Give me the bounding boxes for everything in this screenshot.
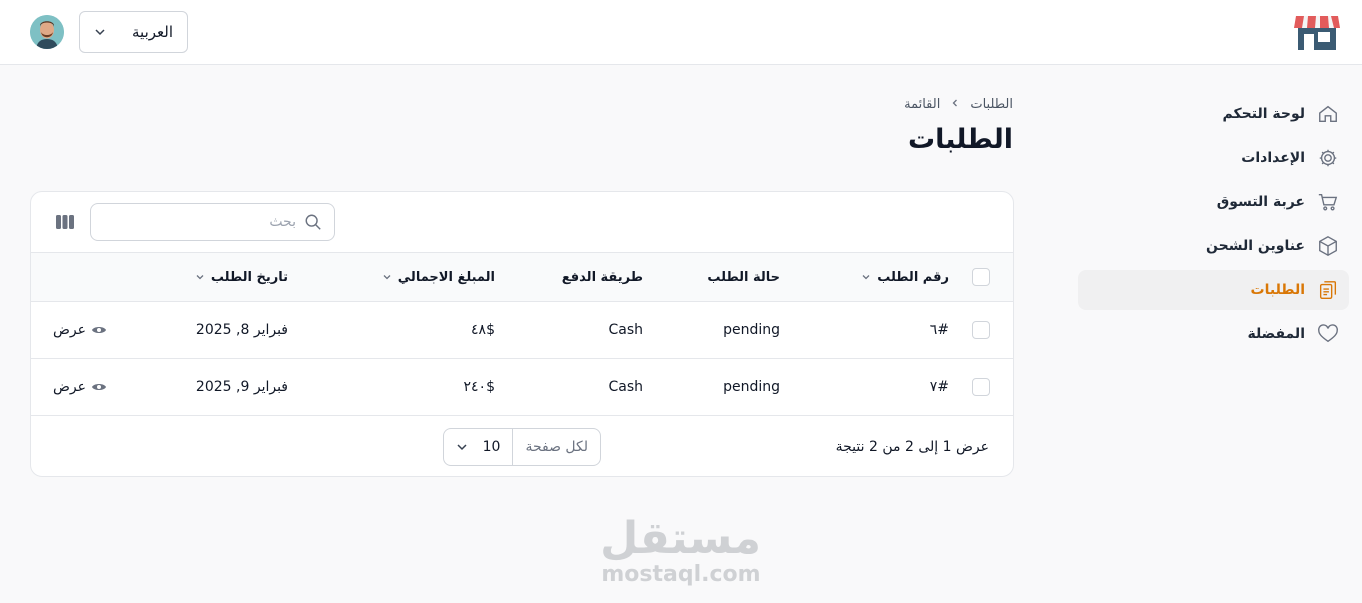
order-total: $٤٨ [471,322,495,338]
cart-icon [1317,191,1339,213]
column-label: رقم الطلب [877,269,949,285]
order-number: #٦ [929,322,949,338]
order-total: $٢٤٠ [463,379,495,395]
order-date: فبراير 8, 2025 [195,322,288,338]
avatar[interactable] [30,15,64,49]
watermark-latin: mostaql.com [601,562,761,587]
watermark: مستقل mostaql.com [600,513,761,587]
search-icon [305,214,321,230]
chevron-down-icon [383,275,391,280]
table-row: #٦ pending Cash $٤٨ فبراير 8, 2025 عرض [31,302,1013,359]
language-select[interactable]: العربية [79,11,188,53]
column-label: تاريخ الطلب [210,269,288,285]
store-logo-icon[interactable] [1294,12,1340,52]
sidebar-item-settings[interactable]: الإعدادات [1078,138,1349,178]
breadcrumb-root[interactable]: الطلبات [970,97,1013,112]
table-toolbar: بحث [31,192,1013,253]
payment-method: Cash [608,322,643,338]
per-page-value: 10 [482,439,501,455]
eye-icon [92,327,106,333]
column-payment-method: طريقة الدفع [562,253,643,301]
per-page-label: لكل صفحة [512,429,600,465]
sidebar: لوحة التحكم الإعدادات عربة التسوق عناوين… [1078,94,1349,358]
order-status: pending [723,322,780,338]
sidebar-item-orders[interactable]: الطلبات [1078,270,1349,310]
per-page-select[interactable]: لكل صفحة 10 [443,428,601,466]
row-checkbox[interactable] [972,302,990,358]
payment-method: Cash [608,379,643,395]
top-bar: العربية [0,0,1362,65]
select-all-checkbox[interactable] [972,253,990,301]
column-status: حالة الطلب [707,253,780,301]
row-checkbox[interactable] [972,359,990,415]
column-date[interactable]: تاريخ الطلب [195,253,288,301]
view-order-label: عرض [52,379,86,395]
sidebar-item-favorites[interactable]: المفضلة [1078,314,1349,354]
chevron-down-icon [457,444,467,451]
clipboard-icon [1317,279,1339,301]
sidebar-item-label: الطلبات [1250,282,1305,298]
breadcrumb-current: القائمة [904,97,941,112]
order-date: فبراير 9, 2025 [195,379,288,395]
sidebar-item-cart[interactable]: عربة التسوق [1078,182,1349,222]
chevron-down-icon [862,275,870,280]
chevron-left-icon [950,97,960,112]
order-status: pending [723,379,780,395]
orders-table-card: بحث رقم الطلب حالة الطلب طريقة الدفع الم… [30,191,1014,477]
watermark-arabic: مستقل [600,513,761,564]
view-order-label: عرض [52,322,86,338]
heart-icon [1317,323,1339,345]
column-order-number[interactable]: رقم الطلب [861,253,949,301]
sidebar-item-label: الإعدادات [1241,150,1305,166]
language-select-value: العربية [132,23,173,41]
table-row: #٧ pending Cash $٢٤٠ فبراير 9, 2025 عرض [31,359,1013,416]
view-order-link[interactable]: عرض [53,359,107,415]
sidebar-item-label: عربة التسوق [1216,194,1305,210]
sidebar-item-addresses[interactable]: عناوين الشحن [1078,226,1349,266]
per-page-value-wrap[interactable]: 10 [444,439,512,455]
search-placeholder: بحث [269,214,296,230]
eye-icon [92,384,106,390]
sidebar-item-label: لوحة التحكم [1222,106,1305,122]
column-label: طريقة الدفع [561,269,643,285]
sidebar-item-label: عناوين الشحن [1206,238,1305,254]
results-summary: عرض 1 إلى 2 من 2 نتيجة [835,439,989,455]
box-icon [1317,235,1339,257]
breadcrumb: الطلبات القائمة [904,97,1013,112]
columns-toggle-icon[interactable] [55,213,75,231]
sidebar-item-label: المفضلة [1247,326,1305,342]
sidebar-item-dashboard[interactable]: لوحة التحكم [1078,94,1349,134]
chevron-down-icon [196,275,204,280]
view-order-link[interactable]: عرض [53,302,107,358]
table-header: رقم الطلب حالة الطلب طريقة الدفع المبلغ … [31,253,1013,302]
column-label: المبلغ الاجمالي [397,269,495,285]
home-icon [1317,103,1339,125]
column-total[interactable]: المبلغ الاجمالي [382,253,495,301]
gear-icon [1317,147,1339,169]
page-title: الطلبات [907,124,1013,155]
order-number: #٧ [929,379,949,395]
column-label: حالة الطلب [707,269,780,285]
chevron-down-icon [95,29,105,36]
table-footer: عرض 1 إلى 2 من 2 نتيجة لكل صفحة 10 [31,416,1013,476]
search-input[interactable]: بحث [90,203,335,241]
